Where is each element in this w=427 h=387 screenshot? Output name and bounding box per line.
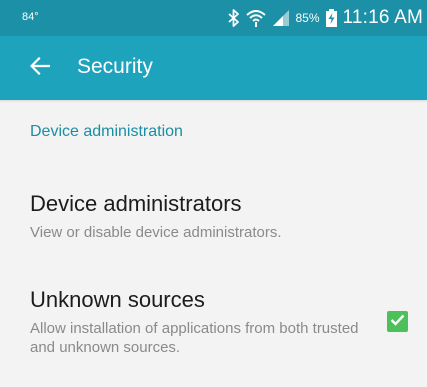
app-bar: Security <box>0 36 427 100</box>
page-title: Security <box>77 55 153 78</box>
unknown-sources-summary: Allow installation of applications from … <box>30 320 359 356</box>
bluetooth-icon <box>227 9 240 27</box>
battery-percent: 85% <box>295 11 320 25</box>
settings-list: Device administration Device administrat… <box>0 100 427 387</box>
unknown-sources-checkbox[interactable] <box>387 311 408 332</box>
section-header-device-administration: Device administration <box>30 123 183 140</box>
status-icons: 85% 11:16 AM <box>227 6 427 30</box>
arrow-left-icon <box>29 56 51 80</box>
unknown-sources-title: Unknown sources <box>30 287 205 312</box>
wifi-icon <box>245 9 266 27</box>
unknown-sources-item[interactable]: Unknown sources Allow installation of ap… <box>0 287 427 387</box>
checkmark-icon <box>390 313 405 331</box>
signal-icon <box>272 9 290 27</box>
temperature-indicator: 84° <box>22 11 39 23</box>
device-administrators-title: Device administrators <box>30 191 242 216</box>
clock: 11:16 AM <box>342 7 423 28</box>
status-bar: 84° 85% 11:16 AM <box>0 0 427 36</box>
device-administrators-summary: View or disable device administrators. <box>30 224 282 241</box>
battery-charging-icon <box>325 9 337 27</box>
back-button[interactable] <box>26 54 54 82</box>
device-administrators-item[interactable]: Device administrators View or disable de… <box>0 187 427 257</box>
